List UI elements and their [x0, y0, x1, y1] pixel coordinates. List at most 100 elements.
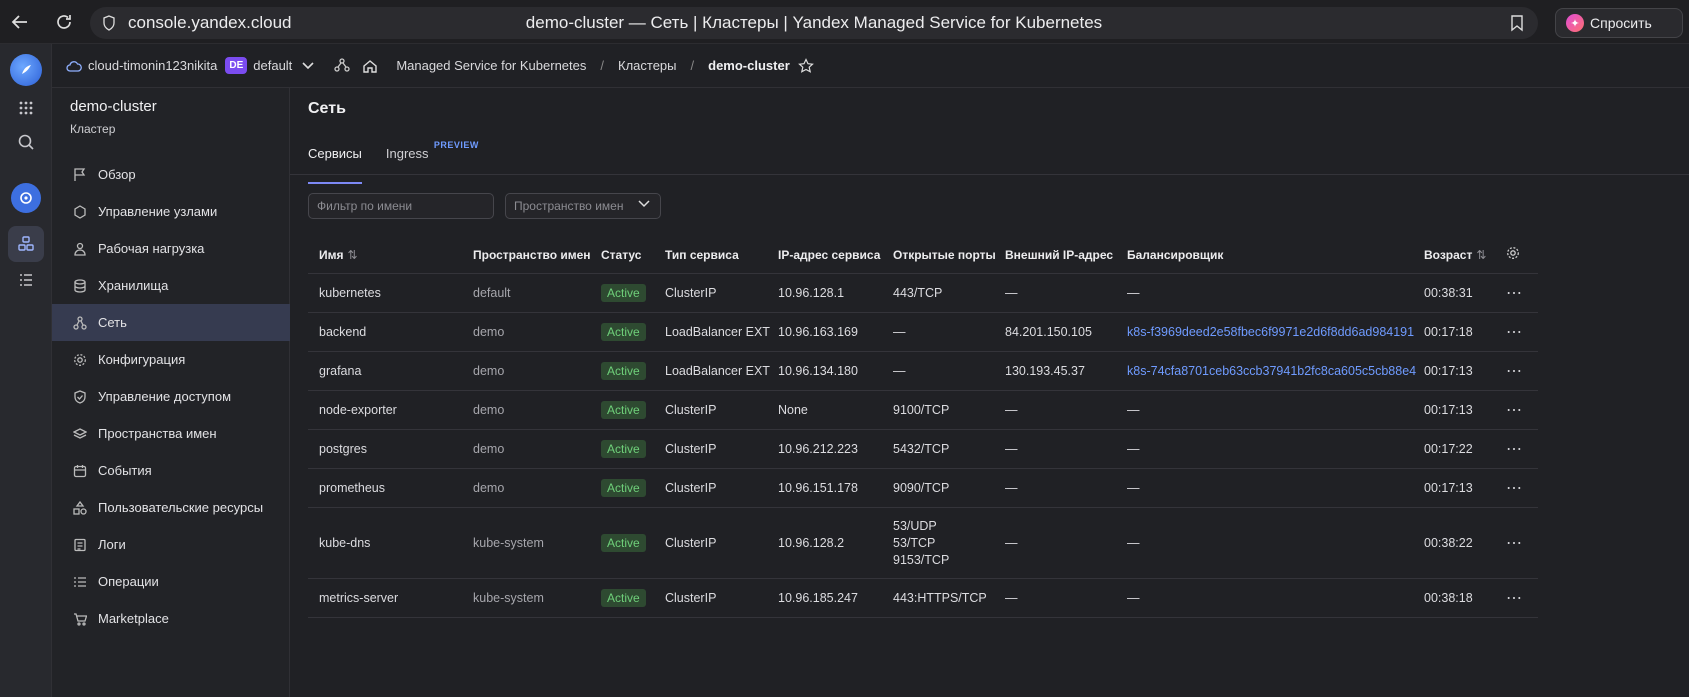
- apps-grid-icon[interactable]: [8, 90, 44, 126]
- port-entry: 9153/TCP: [893, 552, 950, 567]
- column-header-name[interactable]: Имя ⇅: [319, 248, 358, 262]
- services-table: Имя ⇅ Пространство имен Статус Тип сервис…: [308, 236, 1538, 618]
- column-header-type: Тип сервиса: [665, 247, 739, 262]
- browser-toolbar: console.yandex.cloud demo-cluster — Сеть…: [0, 0, 1689, 44]
- table-row[interactable]: kubernetes default ClusterIP 10.96.128.1 — 00…: [308, 274, 1538, 313]
- ask-button[interactable]: ✦ Спросить: [1555, 8, 1683, 38]
- row-name[interactable]: prometheus: [319, 481, 385, 495]
- sort-icon[interactable]: ⇅: [348, 248, 358, 262]
- row-namespace: kube-system: [473, 536, 544, 550]
- yandex-cloud-logo-icon[interactable]: [10, 54, 42, 86]
- bookmark-icon[interactable]: [1510, 14, 1524, 32]
- row-namespace: default: [473, 286, 511, 300]
- sidebar-item-custom-resources[interactable]: Пользовательские ресурсы: [52, 489, 290, 526]
- tab-ingress[interactable]: Ingress PREVIEW: [386, 140, 479, 176]
- row-external-ip: —: [1005, 591, 1018, 605]
- row-external-ip: —: [1005, 536, 1018, 550]
- row-ip: 10.96.185.247: [778, 591, 858, 605]
- row-status: Active: [601, 479, 646, 497]
- sidebar-item-operations[interactable]: Операции: [52, 563, 290, 600]
- reload-icon[interactable]: [44, 0, 84, 44]
- back-arrow-icon[interactable]: [0, 0, 40, 44]
- name-filter-input[interactable]: [308, 193, 494, 219]
- star-icon[interactable]: [797, 57, 814, 74]
- column-header-age[interactable]: Возраст ⇅: [1424, 248, 1486, 262]
- clusters-icon[interactable]: [8, 226, 44, 262]
- row-status: Active: [601, 440, 646, 458]
- balancer-link[interactable]: k8s-74cfa8701ceb63ccb37941b2fc8ca605c5cb…: [1127, 364, 1416, 378]
- more-actions-icon[interactable]: ⋯: [1506, 588, 1523, 608]
- address-bar[interactable]: console.yandex.cloud demo-cluster — Сеть…: [90, 7, 1538, 39]
- row-balancer: —: [1127, 286, 1140, 300]
- row-name[interactable]: kube-dns: [319, 536, 370, 550]
- status-badge: Active: [601, 440, 646, 458]
- row-type: ClusterIP: [665, 286, 717, 300]
- row-namespace: demo: [473, 403, 505, 417]
- sidebar-item-label: Операции: [98, 574, 159, 589]
- namespace-select[interactable]: Пространство имен: [505, 193, 661, 219]
- row-status: Active: [601, 362, 646, 380]
- graph-icon[interactable]: [334, 57, 350, 74]
- tab-services[interactable]: Сервисы: [308, 146, 362, 184]
- row-name[interactable]: backend: [319, 325, 366, 339]
- port-entry: 443/TCP: [893, 285, 943, 300]
- table-row[interactable]: kube-dns kube-system ClusterIP 10.96.128.2 —…: [308, 508, 1538, 579]
- sidebar-item-access[interactable]: Управление доступом: [52, 378, 290, 415]
- row-name[interactable]: grafana: [319, 364, 361, 378]
- cloud-selector[interactable]: cloud-timonin123nikita: [66, 58, 217, 73]
- row-balancer: —: [1127, 591, 1140, 605]
- operations-list-icon[interactable]: [8, 262, 44, 298]
- sidebar-item-overview[interactable]: Обзор: [52, 156, 290, 193]
- row-external-ip: —: [1005, 403, 1018, 417]
- sidebar-item-configuration[interactable]: Конфигурация: [52, 341, 290, 378]
- row-name[interactable]: metrics-server: [319, 591, 398, 605]
- namespace-select-placeholder: Пространство имен: [514, 199, 624, 213]
- row-name[interactable]: kubernetes: [319, 286, 381, 300]
- search-icon[interactable]: [8, 124, 44, 160]
- row-ports: 9100/TCP: [893, 402, 949, 419]
- folder-selector[interactable]: DE default: [217, 57, 314, 74]
- table-row[interactable]: grafana demo LoadBalancer EXT 10.96.134.180…: [308, 352, 1538, 391]
- sidebar-item-workload[interactable]: Рабочая нагрузка: [52, 230, 290, 267]
- sidebar-item-events[interactable]: События: [52, 452, 290, 489]
- more-actions-icon[interactable]: ⋯: [1506, 478, 1523, 498]
- more-actions-icon[interactable]: ⋯: [1506, 283, 1523, 303]
- more-actions-icon[interactable]: ⋯: [1506, 361, 1523, 381]
- sidebar-item-namespaces[interactable]: Пространства имен: [52, 415, 290, 452]
- more-actions-icon[interactable]: ⋯: [1506, 439, 1523, 459]
- sidebar-item-network[interactable]: Сеть: [52, 304, 290, 341]
- sidebar-item-storage[interactable]: Хранилища: [52, 267, 290, 304]
- tabs: Сервисы Ingress PREVIEW: [308, 140, 479, 184]
- sidebar-item-label: Конфигурация: [98, 352, 186, 367]
- row-type: ClusterIP: [665, 591, 717, 605]
- sidebar-item-marketplace[interactable]: Marketplace: [52, 600, 290, 637]
- table-settings-gear-icon[interactable]: [1506, 246, 1520, 263]
- table-row[interactable]: metrics-server kube-system ClusterIP 10.96.…: [308, 579, 1538, 618]
- row-ports: 53/UDP 53/TCP 9153/TCP: [893, 518, 949, 569]
- row-balancer: —: [1127, 403, 1140, 417]
- balancer-link[interactable]: k8s-f3969deed2e58fbec6f9971e2d6f8dd6ad98…: [1127, 325, 1414, 339]
- sidebar-item-logs[interactable]: Логи: [52, 526, 290, 563]
- row-name[interactable]: node-exporter: [319, 403, 397, 417]
- table-row[interactable]: backend demo LoadBalancer EXT 10.96.163.169…: [308, 313, 1538, 352]
- table-row[interactable]: prometheus demo ClusterIP 10.96.151.178 — 00:…: [308, 469, 1538, 508]
- table-row[interactable]: postgres demo ClusterIP 10.96.212.223 — 00:17…: [308, 430, 1538, 469]
- port-entry: 9090/TCP: [893, 480, 950, 495]
- more-actions-icon[interactable]: ⋯: [1506, 322, 1523, 342]
- kubernetes-service-icon[interactable]: [11, 183, 41, 213]
- sort-icon[interactable]: ⇅: [1476, 248, 1486, 262]
- more-actions-icon[interactable]: ⋯: [1506, 533, 1523, 553]
- row-type: ClusterIP: [665, 536, 717, 550]
- sidebar-item-node-groups[interactable]: Управление узлами: [52, 193, 290, 230]
- crumb-service[interactable]: Managed Service for Kubernetes: [396, 58, 586, 73]
- row-name[interactable]: postgres: [319, 442, 367, 456]
- more-actions-icon[interactable]: ⋯: [1506, 400, 1523, 420]
- row-age: 00:17:18: [1424, 325, 1473, 339]
- crumb-section[interactable]: Кластеры: [618, 58, 677, 73]
- row-namespace: demo: [473, 364, 505, 378]
- table-row[interactable]: node-exporter demo ClusterIP None — 00:17:13 A…: [308, 391, 1538, 430]
- row-type: ClusterIP: [665, 442, 717, 456]
- home-icon[interactable]: [362, 58, 378, 74]
- column-header-ip: IP-адрес сервиса: [778, 247, 881, 262]
- sidebar-item-label: Обзор: [98, 167, 136, 182]
